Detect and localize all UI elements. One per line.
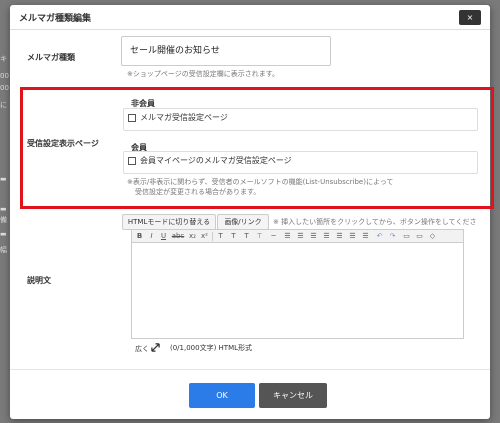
description-editor[interactable] [131,243,464,339]
editor-toolbar: B I U abc x₂ x² T T T T ─ ☰ ☰ ☰ ☰ ☰ ☰ ☰ … [131,229,464,243]
indent-icon[interactable]: ☰ [321,230,332,242]
strikethrough-icon[interactable]: abc [171,230,185,242]
expand-label: 広く [135,345,149,353]
highlight-color-icon[interactable]: T [254,230,265,242]
clear-format-icon[interactable]: ◇ [427,230,438,242]
bullet-list-icon[interactable]: ☰ [282,230,293,242]
member-checkbox[interactable] [128,157,136,165]
font-style-icon[interactable]: T [241,230,252,242]
table-icon[interactable]: ▭ [401,230,412,242]
footer-divider [10,369,490,370]
underline-icon[interactable]: U [158,230,169,242]
background-text: ▬ [0,205,7,213]
non-member-option-label: メルマガ受信設定ページ [140,113,228,122]
background-text: ▬ [0,175,7,183]
subscript-icon[interactable]: x₂ [187,230,198,242]
outdent-icon[interactable]: ☰ [308,230,319,242]
member-option-label: 会員マイページのメルマガ受信設定ページ [140,156,292,165]
superscript-icon[interactable]: x² [199,230,210,242]
template-icon[interactable]: ▭ [414,230,425,242]
dialog-title: メルマガ種類編集 [19,14,92,24]
background-text: に [0,101,7,109]
cancel-button[interactable]: キャンセル [259,383,327,408]
background-text: 備 [0,216,7,224]
receive-settings-note-line1: ※表示/非表示に関わらず、受信者のメールソフトの機能(List-Unsubscr… [127,178,394,186]
edit-mail-type-dialog: メルマガ種類編集 × メルマガ種類 セール開催のお知らせ ※ショップページの受信… [10,5,494,419]
mail-type-input[interactable]: セール開催のお知らせ [121,36,331,66]
mail-type-note: ※ショップページの受信設定欄に表示されます。 [127,70,280,78]
close-button[interactable]: × [459,10,481,25]
description-label: 説明文 [27,276,51,285]
background-text: キ [0,55,7,63]
background-text: 00 [0,84,9,92]
ok-button[interactable]: OK [189,383,255,408]
image-link-button[interactable]: 画像/リンク [217,214,269,230]
background-text: 00 [0,72,9,80]
background-text: 幅 [0,246,7,254]
non-member-option-row[interactable]: メルマガ受信設定ページ [123,108,478,131]
font-color-icon[interactable]: T [228,230,239,242]
member-option-row[interactable]: 会員マイページのメルマガ受信設定ページ [123,151,478,174]
expand-editor-button[interactable]: 広く [135,343,160,354]
background-text: ▬ [0,230,7,238]
toolbar-divider [212,232,213,241]
receive-settings-label: 受信設定表示ページ [27,139,99,148]
expand-arrows-icon [151,343,160,352]
align-center-icon[interactable]: ☰ [347,230,358,242]
html-mode-button[interactable]: HTMLモードに切り替える [122,214,216,230]
font-size-icon[interactable]: T [215,230,226,242]
numbered-list-icon[interactable]: ☰ [295,230,306,242]
horizontal-rule-icon[interactable]: ─ [268,230,279,242]
bold-icon[interactable]: B [134,230,145,242]
undo-icon[interactable]: ↶ [374,230,385,242]
dialog-header: メルマガ種類編集 × [10,5,490,30]
mail-type-value: セール開催のお知らせ [130,46,220,56]
align-right-icon[interactable]: ☰ [360,230,371,242]
non-member-checkbox[interactable] [128,114,136,122]
align-left-icon[interactable]: ☰ [334,230,345,242]
redo-icon[interactable]: ↷ [387,230,398,242]
receive-settings-note-line2: 受信設定が変更される場合があります。 [135,188,261,196]
mail-type-label: メルマガ種類 [27,53,75,62]
italic-icon[interactable]: I [146,230,157,242]
character-counter: (0/1,000文字) HTML形式 [170,344,253,352]
